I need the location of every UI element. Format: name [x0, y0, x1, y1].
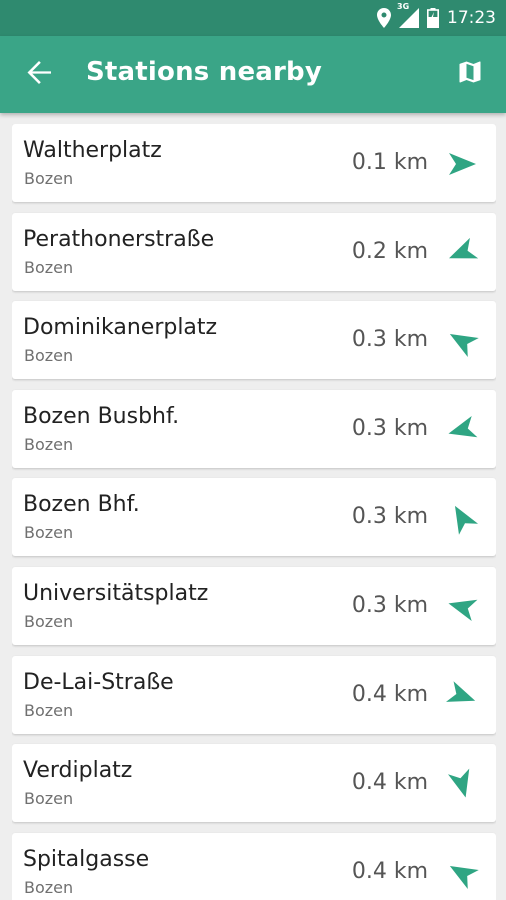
- station-city: Bozen: [24, 877, 74, 897]
- direction-arrow-icon: [444, 766, 480, 802]
- station-city: Bozen: [24, 700, 74, 720]
- station-name: Dominikanerplatz: [23, 315, 218, 341]
- direction-arrow-icon: [444, 855, 480, 891]
- station-card[interactable]: Bozen Busbhf. Bozen 0.3 km: [12, 389, 496, 468]
- station-distance: 0.4 km: [351, 770, 428, 796]
- direction-arrow-icon: [444, 146, 480, 182]
- station-card[interactable]: Verdiplatz Bozen 0.4 km: [12, 744, 496, 823]
- station-distance: 0.4 km: [351, 858, 428, 884]
- direction-arrow-icon: [444, 589, 480, 625]
- stations-list: Waltherplatz Bozen 0.1 km Perathonerstraße B…: [12, 124, 496, 900]
- battery-icon: [427, 8, 439, 28]
- station-distance: 0.4 km: [351, 681, 428, 707]
- station-distance: 0.2 km: [351, 238, 428, 264]
- station-city: Bozen: [24, 523, 74, 543]
- station-city: Bozen: [24, 169, 74, 188]
- station-name: Waltherplatz: [23, 138, 162, 163]
- station-distance: 0.3 km: [351, 504, 428, 530]
- back-arrow-icon: [26, 60, 52, 91]
- station-city: Bozen: [24, 612, 74, 631]
- network-type: 3G: [397, 2, 410, 11]
- station-name: Bozen Bhf.: [23, 492, 140, 518]
- station-distance: 0.3 km: [351, 415, 428, 441]
- station-distance: 0.3 km: [351, 593, 428, 618]
- station-name: Verdiplatz: [23, 758, 133, 784]
- station-city: Bozen: [24, 434, 74, 454]
- direction-arrow-icon: [444, 412, 480, 448]
- station-card[interactable]: Perathonerstraße Bozen 0.2 km: [12, 212, 496, 291]
- direction-arrow-icon: [444, 323, 480, 359]
- map-icon: [456, 58, 484, 91]
- station-card[interactable]: Spitalgasse Bozen 0.4 km: [12, 832, 496, 900]
- station-city: Bozen: [24, 789, 74, 809]
- station-card[interactable]: Dominikanerplatz Bozen 0.3 km: [12, 301, 496, 380]
- station-name: Bozen Busbhf.: [23, 403, 180, 429]
- app-bar: Stations nearby: [0, 36, 506, 113]
- station-distance: 0.3 km: [351, 327, 428, 353]
- direction-arrow-icon: [444, 500, 480, 536]
- station-card[interactable]: De-Lai-Straße Bozen 0.4 km: [12, 655, 496, 734]
- station-name: Spitalgasse: [23, 846, 150, 872]
- station-card[interactable]: Universitätsplatz Bozen 0.3 km: [12, 567, 496, 645]
- status-bar: 3G 17:23: [0, 0, 506, 36]
- station-city: Bozen: [24, 346, 74, 366]
- status-icons: 3G 17:23: [377, 0, 496, 36]
- station-card[interactable]: Waltherplatz Bozen 0.1 km: [12, 124, 496, 202]
- location-icon: [377, 8, 391, 28]
- station-name: De-Lai-Straße: [23, 669, 174, 695]
- direction-arrow-icon: [444, 678, 480, 714]
- map-button[interactable]: [454, 58, 486, 90]
- back-button[interactable]: [22, 58, 56, 92]
- station-distance: 0.1 km: [351, 150, 428, 175]
- station-name: Perathonerstraße: [23, 226, 215, 252]
- station-card[interactable]: Bozen Bhf. Bozen 0.3 km: [12, 478, 496, 557]
- station-name: Universitätsplatz: [23, 581, 209, 606]
- direction-arrow-icon: [444, 235, 480, 271]
- clock: 17:23: [447, 8, 496, 28]
- signal-icon: 3G: [397, 2, 419, 28]
- station-city: Bozen: [24, 257, 74, 277]
- page-title: Stations nearby: [86, 57, 323, 87]
